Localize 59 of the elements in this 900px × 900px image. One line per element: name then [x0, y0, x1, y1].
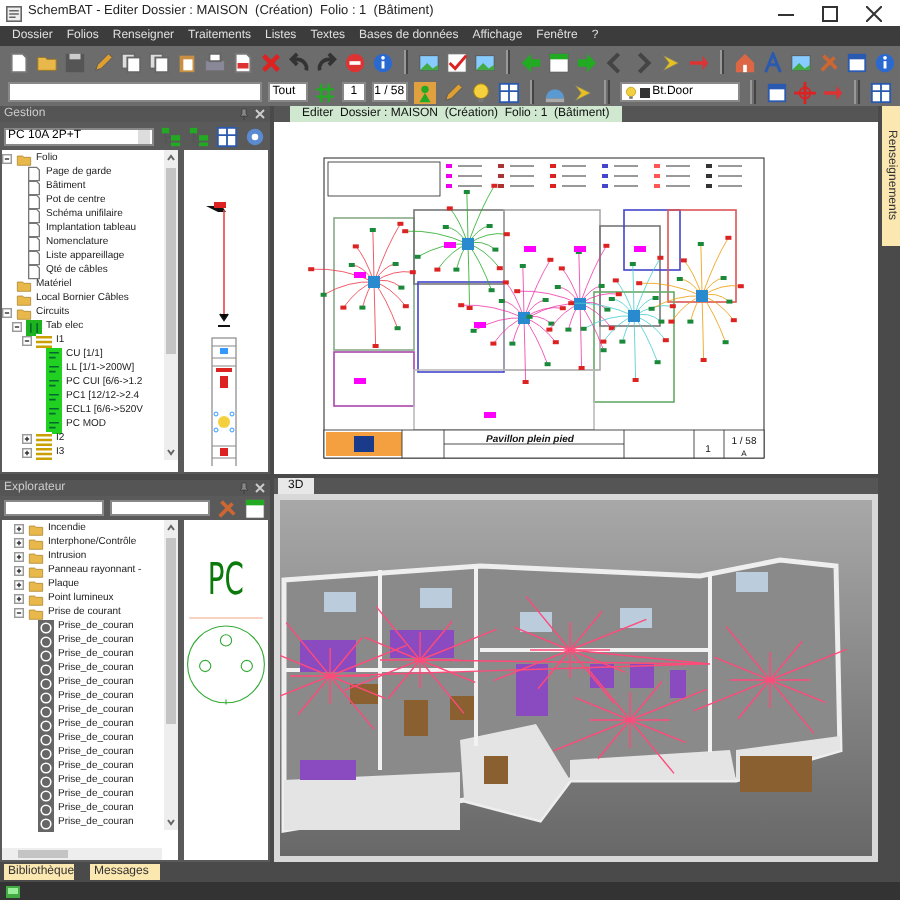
close-icon[interactable] — [866, 5, 882, 21]
group-icon — [36, 333, 52, 349]
page-icon[interactable] — [8, 51, 30, 73]
symbol-label: PC — [207, 560, 244, 604]
gear-icon[interactable] — [244, 125, 266, 147]
expand-icon[interactable] — [14, 594, 24, 604]
clipboard-icon[interactable] — [176, 51, 198, 73]
frame-icon[interactable] — [766, 81, 789, 103]
info-icon[interactable] — [874, 51, 896, 73]
checkmark-icon[interactable] — [446, 51, 468, 73]
light-bulb-icon — [624, 85, 639, 99]
scrollbar[interactable] — [164, 150, 178, 460]
save-icon[interactable] — [64, 51, 86, 73]
expand-icon[interactable] — [22, 448, 32, 458]
maximize-icon[interactable] — [822, 5, 838, 21]
collapse-icon[interactable] — [2, 308, 12, 318]
copy-icon[interactable] — [120, 51, 142, 73]
collapse-icon[interactable] — [14, 608, 24, 618]
copy-icon[interactable] — [148, 51, 170, 73]
expand-icon[interactable] — [14, 524, 24, 534]
collapse-icon[interactable] — [12, 322, 22, 332]
collapse-icon[interactable] — [2, 154, 12, 164]
columns-icon[interactable] — [216, 125, 238, 147]
pin-icon[interactable] — [238, 482, 250, 494]
calendar-icon[interactable] — [548, 51, 570, 73]
printer-icon[interactable] — [204, 51, 226, 73]
panel-icon — [26, 319, 42, 335]
pointer-arrow-icon[interactable] — [572, 81, 595, 103]
status-icon — [6, 885, 20, 897]
image-icon[interactable] — [418, 51, 440, 73]
subcategory-dropdown[interactable] — [110, 500, 210, 516]
light-bulb-icon[interactable] — [469, 81, 492, 103]
folder-icon[interactable] — [36, 51, 58, 73]
info-icon[interactable] — [372, 51, 394, 73]
expand-icon[interactable] — [14, 580, 24, 590]
columns-icon[interactable] — [870, 81, 893, 103]
pin-icon[interactable] — [238, 108, 250, 120]
stop-sign-icon[interactable] — [344, 51, 366, 73]
frame-icon[interactable] — [846, 51, 868, 73]
redo-icon[interactable] — [316, 51, 338, 73]
expand-icon[interactable] — [14, 538, 24, 548]
scrollbar[interactable] — [164, 520, 178, 830]
undo-icon[interactable] — [288, 51, 310, 73]
tree-view-icon[interactable] — [160, 125, 182, 147]
columns-icon[interactable] — [497, 81, 520, 103]
image-icon[interactable] — [474, 51, 496, 73]
pointer-arrow-icon[interactable] — [660, 51, 682, 73]
pencil-icon[interactable] — [92, 51, 114, 73]
search-field[interactable] — [8, 82, 263, 102]
calendar-icon[interactable] — [244, 497, 266, 519]
expand-icon[interactable] — [14, 566, 24, 576]
image-icon[interactable] — [790, 51, 812, 73]
collapse-icon[interactable] — [22, 336, 32, 346]
house-icon[interactable] — [734, 51, 756, 73]
document-icon[interactable] — [232, 51, 254, 73]
app-icon — [6, 5, 22, 21]
folder-icon — [16, 151, 32, 167]
expand-icon[interactable] — [22, 434, 32, 444]
expand-icon[interactable] — [14, 552, 24, 562]
